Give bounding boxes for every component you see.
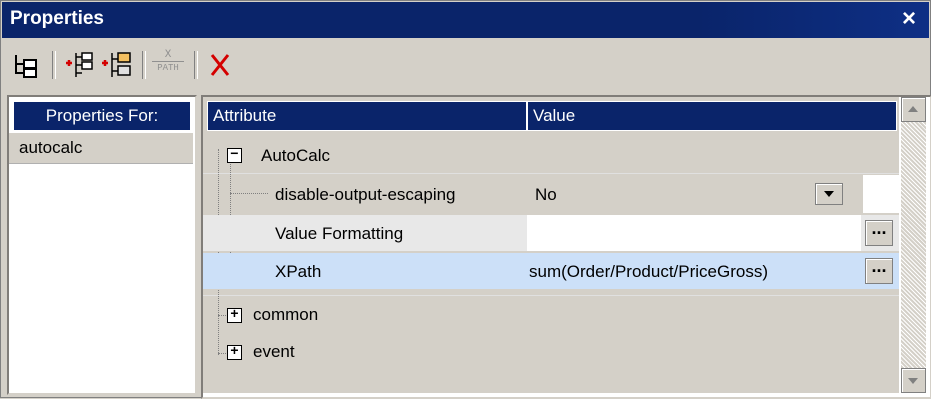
attribute-value: sum(Order/Product/PriceGross) (529, 262, 768, 281)
attribute-value: No (535, 185, 557, 204)
table-row[interactable]: Value Formatting ... (203, 215, 899, 251)
xpath-icon-top: X (152, 49, 184, 62)
title-bar: Properties × (2, 2, 929, 38)
table-row[interactable]: XPath sum(Order/Product/PriceGross) ... (203, 253, 899, 289)
attribute-name: disable-output-escaping (275, 185, 456, 204)
attribute-name: Value Formatting (275, 224, 404, 243)
properties-for-header: Properties For: (13, 101, 191, 131)
toolbar: X PATH (2, 39, 929, 91)
table-row[interactable]: disable-output-escaping No (203, 175, 899, 213)
edit-dots-button[interactable]: ... (865, 219, 893, 246)
group-label: AutoCalc (261, 146, 330, 165)
attribute-value-cell[interactable]: sum(Order/Product/PriceGross) (527, 253, 861, 289)
edit-dots-button[interactable]: ... (865, 257, 893, 284)
attribute-value-cell[interactable]: No (527, 175, 861, 213)
group-label: common (253, 305, 319, 324)
list-item-label: autocalc (19, 138, 83, 157)
group-row-event[interactable]: + event (203, 333, 899, 369)
toolbar-separator (52, 51, 56, 79)
scroll-up-icon[interactable] (901, 97, 926, 122)
tree-view-icon[interactable] (10, 49, 42, 81)
properties-for-pane: Properties For: autocalc (7, 95, 197, 395)
vertical-scrollbar[interactable] (901, 97, 926, 393)
group-row-common[interactable]: + common (203, 295, 899, 332)
attribute-value-cell[interactable] (527, 215, 861, 251)
add-element-icon[interactable] (100, 49, 132, 81)
expand-icon[interactable]: + (227, 308, 242, 323)
attribute-grid: Attribute Value − AutoCalc disable-outpu… (203, 97, 899, 393)
column-header-label: Attribute (213, 106, 277, 125)
close-icon[interactable]: × (897, 6, 921, 32)
column-header-attribute[interactable]: Attribute (207, 101, 527, 131)
group-row-autocalc[interactable]: − AutoCalc (203, 137, 899, 174)
value-action-cell (863, 175, 899, 213)
window-title: Properties (10, 8, 104, 29)
toolbar-separator (142, 51, 146, 79)
xpath-icon-bottom: PATH (157, 63, 179, 73)
delete-icon[interactable] (204, 49, 236, 81)
attribute-name: XPath (275, 262, 322, 281)
list-item[interactable]: autocalc (9, 133, 193, 164)
attribute-grid-pane: Attribute Value − AutoCalc disable-outpu… (201, 95, 931, 399)
properties-window: Properties × X PATH Properties For: auto… (0, 0, 931, 399)
add-attribute-icon[interactable] (64, 49, 96, 81)
column-header-label: Value (533, 106, 576, 125)
collapse-icon[interactable]: − (227, 148, 242, 163)
expand-icon[interactable]: + (227, 345, 242, 360)
xpath-icon[interactable]: X PATH (152, 49, 184, 81)
toolbar-separator (194, 51, 198, 79)
scroll-down-icon[interactable] (901, 368, 926, 393)
column-header-value[interactable]: Value (527, 101, 897, 131)
group-label: event (253, 342, 295, 361)
chevron-down-icon[interactable] (815, 183, 843, 205)
